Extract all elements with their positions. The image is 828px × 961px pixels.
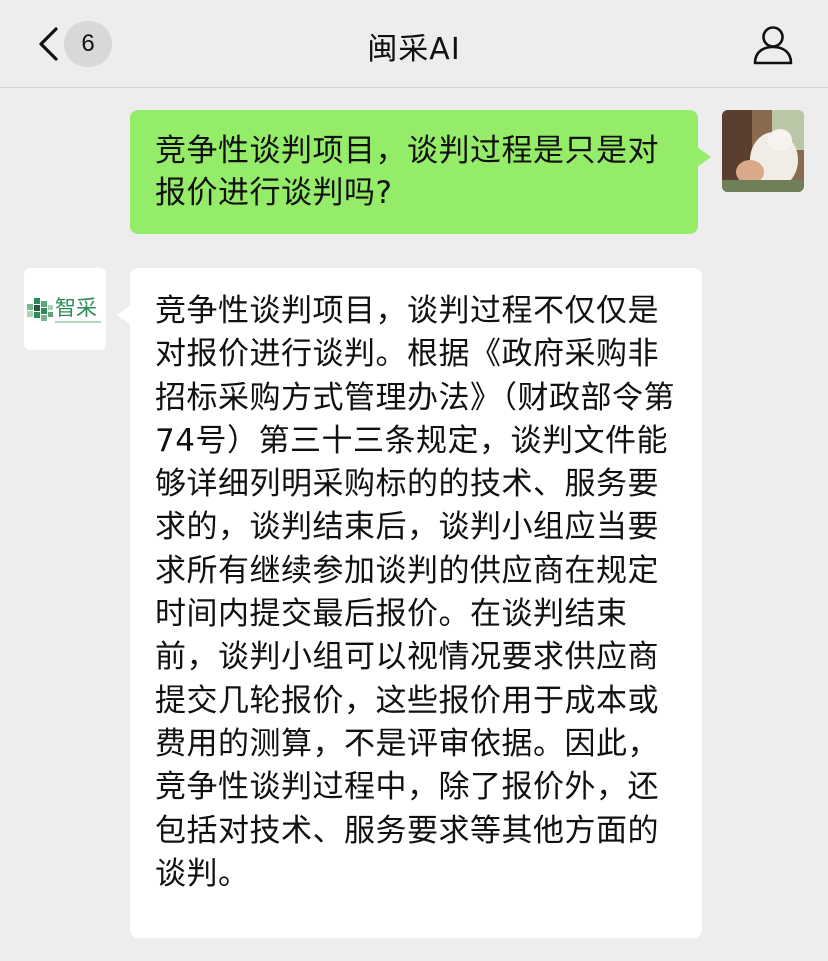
chat-title: 闽采AI: [367, 32, 461, 67]
bot-avatar[interactable]: 智采: [24, 268, 106, 350]
bot-message-bubble[interactable]: 竞争性谈判项目，谈判过程不仅仅是对报价进行谈判。根据《政府采购非招标采购方式管理…: [117, 268, 702, 938]
chat-info-button[interactable]: [752, 24, 794, 66]
user-message-bubble[interactable]: 竞争性谈判项目，谈判过程是只是对报价进行谈判吗?: [130, 110, 711, 234]
person-icon: [753, 26, 793, 65]
zhicai-logo: 智采: [27, 296, 101, 323]
user-avatar[interactable]: [722, 110, 804, 192]
logo-text: 智采: [55, 296, 97, 320]
nav-bar: 6 闽采AI: [0, 0, 828, 88]
